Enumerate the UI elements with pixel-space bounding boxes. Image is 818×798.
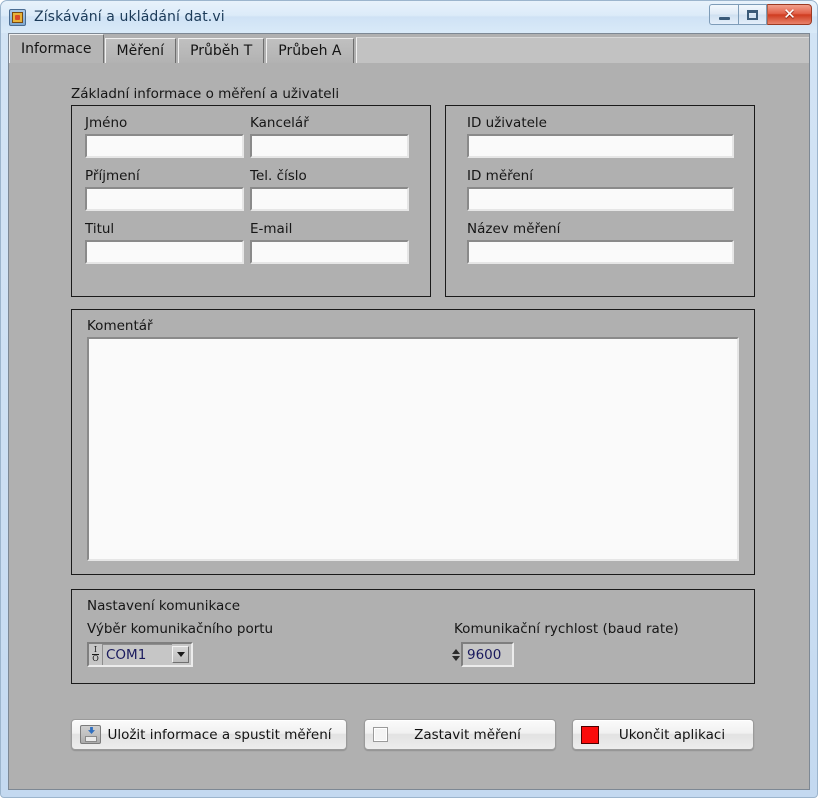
label-id-mereni: ID měření [467,168,533,184]
label-prijmeni: Příjmení [85,168,140,184]
label-tel-cislo: Tel. číslo [250,168,307,184]
spinner-buttons[interactable] [450,642,461,667]
port-value: COM1 [102,644,172,665]
stop-measurement-button[interactable]: Zastavit měření [364,719,556,750]
input-id-mereni[interactable] [467,187,734,211]
input-jmeno[interactable] [85,134,244,158]
input-komentar[interactable] [87,337,739,561]
close-button[interactable]: ✕ [767,4,812,25]
io-resource-icon: I O [89,644,102,665]
title-bar[interactable]: Získávání a ukládání dat.vi ✕ [1,1,817,33]
window-client-area: Informace Měření Průběh T Průbeh A Zákla… [8,33,810,790]
maximize-button[interactable] [738,4,767,25]
port-select[interactable]: I O COM1 [87,642,193,667]
exit-application-label: Ukončit aplikaci [618,726,726,743]
label-email: E-mail [250,221,293,237]
window-title: Získávání a ukládání dat.vi [34,9,225,25]
input-titul[interactable] [85,240,244,264]
io-glyph-bottom: O [92,654,99,663]
tab-label: Měření [116,43,165,59]
tab-label: Informace [21,41,92,57]
port-dropdown-button[interactable] [172,646,189,663]
save-and-start-label: Uložit informace a spustit měření [107,726,332,743]
save-and-start-button[interactable]: Uložit informace a spustit měření [71,719,347,750]
tab-label: Průběh T [190,43,253,59]
baud-rate-value[interactable]: 9600 [461,642,514,667]
label-nazev-mereni: Název měření [467,221,561,237]
label-baud-rate: Komunikační rychlost (baud rate) [454,621,679,637]
label-id-uzivatele: ID uživatele [467,115,547,131]
application-window: Získávání a ukládání dat.vi ✕ Informace … [0,0,818,798]
tab-label: Průbeh A [278,43,342,59]
label-kancelar: Kancelář [250,115,309,131]
maximize-icon [747,9,758,20]
input-tel-cislo[interactable] [250,187,409,211]
window-controls: ✕ [709,3,812,26]
communication-caption: Nastavení komunikace [87,598,241,614]
tab-informace[interactable]: Informace [9,34,104,63]
baud-rate-stepper[interactable]: 9600 [450,642,514,667]
tab-mereni[interactable]: Měření [104,38,177,63]
input-kancelar[interactable] [250,134,409,158]
informace-tab-page: Základní informace o měření a uživateli … [9,63,809,789]
increment-icon[interactable] [451,648,460,654]
minimize-icon [718,16,730,20]
stop-measurement-label: Zastavit měření [414,726,521,743]
label-port: Výběr komunikačního portu [87,621,274,637]
label-titul: Titul [85,221,115,237]
tab-strip: Informace Měření Průběh T Průbeh A [9,34,809,63]
close-icon: ✕ [783,5,796,23]
label-jmeno: Jméno [85,115,128,131]
basic-info-caption: Základní informace o měření a uživateli [71,86,340,102]
chevron-down-icon [176,652,185,657]
input-nazev-mereni[interactable] [467,240,734,264]
input-id-uzivatele[interactable] [467,134,734,158]
minimize-button[interactable] [709,4,738,25]
labview-vi-icon [9,8,26,26]
exit-application-button[interactable]: Ukončit aplikaci [572,719,754,750]
save-disk-icon [80,725,101,744]
tab-prubeh-t[interactable]: Průběh T [178,38,265,63]
red-square-icon [581,725,599,744]
input-prijmeni[interactable] [85,187,244,211]
label-komentar: Komentář [87,318,153,334]
white-square-icon [373,727,388,742]
decrement-icon[interactable] [451,655,460,661]
tab-strip-filler [355,37,809,63]
tab-prubeh-a[interactable]: Průbeh A [266,38,354,63]
input-email[interactable] [250,240,409,264]
